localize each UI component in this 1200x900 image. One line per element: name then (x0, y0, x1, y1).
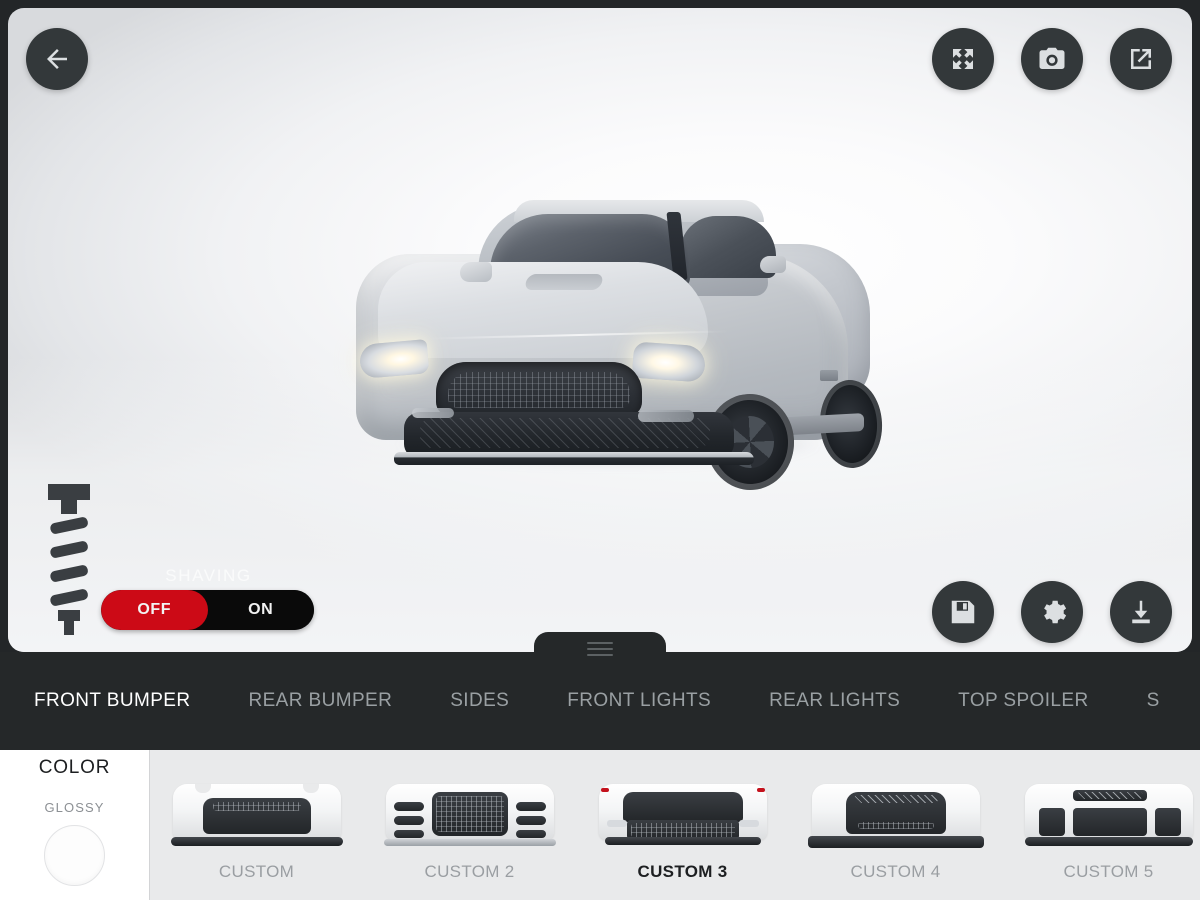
tab-front-lights[interactable]: FRONT LIGHTS (567, 690, 769, 712)
car-front-splitter (394, 452, 754, 465)
part-option-custom[interactable]: CUSTOM (150, 750, 363, 900)
screenshot-button[interactable] (1021, 28, 1083, 90)
expand-arrows-icon (953, 49, 973, 69)
color-finish-label: GLOSSY (44, 800, 105, 815)
part-thumbnail (167, 776, 347, 854)
settings-button[interactable] (1021, 581, 1083, 643)
car-grille-mesh (448, 372, 630, 408)
shaving-toggle-on[interactable]: ON (207, 590, 314, 630)
part-label: CUSTOM 5 (1063, 862, 1154, 881)
drag-handle-lines (587, 642, 613, 660)
camera-icon (1039, 47, 1065, 69)
car-customizer-app: SHAVING OFF ON FRONT BUMPER REAR BUMPER … (0, 0, 1200, 900)
color-panel[interactable]: COLOR GLOSSY (0, 750, 150, 900)
part-option-custom-2[interactable]: CUSTOM 2 (363, 750, 576, 900)
part-thumbnail (806, 776, 986, 854)
shaving-label: SHAVING (165, 566, 252, 585)
external-link-icon (1131, 49, 1151, 69)
panel-drag-handle[interactable] (534, 632, 666, 658)
screw-icon (40, 480, 98, 638)
tab-overflow[interactable]: S (1147, 690, 1200, 712)
parts-category-tabbar: FRONT BUMPER REAR BUMPER SIDES FRONT LIG… (0, 632, 1200, 765)
part-option-custom-4[interactable]: CUSTOM 4 (789, 750, 1002, 900)
part-thumbnail (380, 776, 560, 854)
part-label: CUSTOM (218, 862, 295, 881)
car-headlight-right (631, 341, 707, 383)
color-swatch[interactable] (44, 825, 105, 886)
vehicle-viewer[interactable]: SHAVING OFF ON (8, 8, 1192, 652)
parts-selection-panel: COLOR GLOSSY CUSTOM CUSTOM 2 CUSTOM 3 CU… (0, 750, 1200, 900)
tab-rear-lights[interactable]: REAR LIGHTS (769, 690, 958, 712)
part-label: CUSTOM 3 (637, 862, 728, 881)
download-icon (1132, 600, 1150, 624)
car-hood-vent (523, 274, 605, 290)
tab-top-spoiler[interactable]: TOP SPOILER (958, 690, 1146, 712)
back-button[interactable] (26, 28, 88, 90)
color-panel-title: COLOR (38, 757, 111, 778)
car-headlight-left (358, 339, 430, 379)
tab-sides[interactable]: SIDES (450, 690, 567, 712)
save-button[interactable] (932, 581, 994, 643)
part-option-custom-5[interactable]: CUSTOM 5 (1002, 750, 1200, 900)
shaving-toggle-off[interactable]: OFF (101, 590, 208, 630)
vehicle-render (308, 166, 908, 493)
part-label: CUSTOM 2 (424, 862, 515, 881)
car-mirror-left (460, 262, 492, 282)
gear-icon (1044, 600, 1067, 624)
floppy-disk-icon (951, 600, 975, 624)
car-foglight-right (638, 410, 694, 422)
fullscreen-button[interactable] (932, 28, 994, 90)
download-button[interactable] (1110, 581, 1172, 643)
part-thumbnail (593, 776, 773, 854)
part-option-custom-3[interactable]: CUSTOM 3 (576, 750, 789, 900)
car-bumper-mesh (420, 418, 710, 448)
tab-rear-bumper[interactable]: REAR BUMPER (248, 690, 450, 712)
shaving-control: SHAVING OFF ON (101, 566, 316, 630)
back-arrow-icon (47, 49, 67, 69)
car-foglight-left (412, 408, 454, 418)
car-mirror-right (760, 256, 786, 273)
shaving-toggle[interactable]: OFF ON (101, 590, 314, 630)
tab-front-bumper[interactable]: FRONT BUMPER (34, 690, 248, 712)
part-label: CUSTOM 4 (850, 862, 941, 881)
tab-list: FRONT BUMPER REAR BUMPER SIDES FRONT LIG… (0, 652, 1200, 750)
share-button[interactable] (1110, 28, 1172, 90)
part-thumbnail (1019, 776, 1199, 854)
parts-thumbnail-strip[interactable]: CUSTOM CUSTOM 2 CUSTOM 3 CUSTOM 4 CUSTOM… (150, 750, 1200, 900)
car-badge (820, 370, 838, 381)
